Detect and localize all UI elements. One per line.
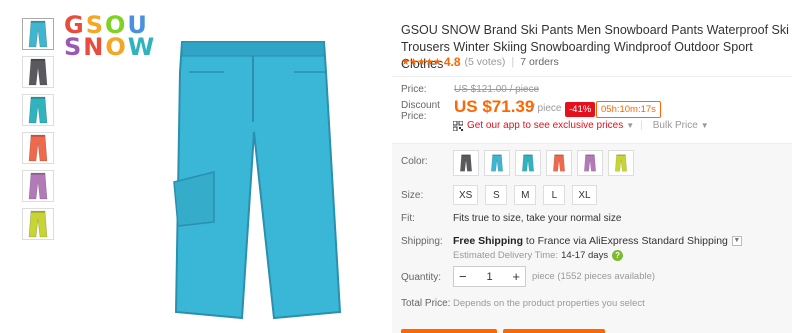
rating-row: ★★★★★ 4.8 (5 votes) | 7 orders	[401, 55, 559, 69]
brand-logo: GSOU SNOW	[64, 13, 157, 61]
logo-letter: O	[105, 33, 128, 61]
discount-price-label: Discount Price:	[401, 100, 440, 122]
color-label: Color:	[401, 156, 428, 167]
fit-label: Fit:	[401, 213, 415, 224]
discount-price: US $71.39	[454, 97, 535, 116]
shipping-label: Shipping:	[401, 236, 443, 247]
color-swatch[interactable]	[546, 150, 572, 176]
size-option[interactable]: L	[543, 185, 566, 205]
thumbnail-item[interactable]	[22, 208, 54, 240]
shipping-info: Free Shipping to France via AliExpress S…	[453, 235, 742, 247]
quantity-availability: piece (1552 pieces available)	[532, 271, 656, 282]
quantity-input[interactable]: 1	[486, 271, 492, 283]
size-options: XS S M L XL	[453, 185, 597, 205]
price-label: Price:	[401, 84, 427, 95]
total-price-text: Depends on the product properties you se…	[453, 298, 645, 309]
buy-now-button[interactable]	[401, 329, 497, 333]
chevron-down-icon: ▼	[700, 121, 709, 130]
qr-code-icon	[453, 120, 463, 131]
price-unit: / piece	[532, 103, 562, 114]
color-swatch[interactable]	[484, 150, 510, 176]
orders-count: 7 orders	[520, 56, 559, 68]
decrease-quantity-button[interactable]: −	[459, 269, 467, 284]
size-option[interactable]: XS	[453, 185, 479, 205]
total-price-label: Total Price:	[401, 298, 451, 309]
price-section	[392, 76, 792, 93]
shipping-method-text: to France via AliExpress Standard Shippi…	[523, 235, 728, 247]
thumbnail-item[interactable]	[22, 18, 54, 50]
add-to-cart-button[interactable]	[503, 329, 605, 333]
delivery-estimate: Estimated Delivery Time: 14-17 days ?	[453, 250, 624, 261]
color-swatch[interactable]	[453, 150, 479, 176]
color-swatch[interactable]	[515, 150, 541, 176]
rating-score: 4.8	[443, 55, 461, 69]
color-swatches	[453, 150, 634, 176]
size-label: Size:	[401, 190, 424, 201]
logo-letter: W	[127, 33, 157, 61]
thumbnail-item[interactable]	[22, 94, 54, 126]
thumbnail-list	[22, 18, 56, 246]
size-option[interactable]: XL	[572, 185, 597, 205]
color-swatch[interactable]	[577, 150, 603, 176]
votes-link[interactable]: (5 votes)	[465, 56, 506, 68]
divider: |	[511, 56, 515, 68]
app-promo-row: Get our app to see exclusive prices ▼ | …	[453, 120, 709, 131]
delivery-days: 14-17 days	[561, 250, 609, 261]
logo-letter: S	[64, 33, 84, 61]
rating-stars-icon: ★★★★★	[401, 56, 442, 68]
app-exclusive-link[interactable]: Get our app to see exclusive prices	[467, 120, 623, 131]
divider: |	[640, 120, 643, 131]
quantity-label: Quantity:	[401, 272, 442, 283]
original-price: US $121.00 / piece	[454, 84, 540, 95]
logo-letter: N	[83, 33, 106, 61]
shipping-dropdown-icon[interactable]: ▼	[731, 236, 742, 246]
size-option[interactable]: M	[514, 185, 537, 205]
free-shipping-text: Free Shipping	[453, 235, 524, 247]
thumbnail-item[interactable]	[22, 170, 54, 202]
countdown-timer: 05h:10m:17s	[596, 101, 661, 118]
quantity-stepper: − 1 +	[453, 266, 526, 287]
delivery-label: Estimated Delivery Time:	[453, 250, 559, 261]
fit-text: Fits true to size, take your normal size	[453, 213, 622, 224]
increase-quantity-button[interactable]: +	[512, 269, 520, 284]
color-swatch[interactable]	[608, 150, 634, 176]
thumbnail-item[interactable]	[22, 132, 54, 164]
size-option[interactable]: S	[485, 185, 508, 205]
chevron-down-icon: ▼	[626, 121, 635, 130]
help-icon[interactable]: ?	[612, 250, 624, 261]
thumbnail-item[interactable]	[22, 56, 54, 88]
discount-badge: -41%	[565, 102, 596, 117]
bulk-price-dropdown[interactable]: Bulk Price	[653, 120, 698, 131]
